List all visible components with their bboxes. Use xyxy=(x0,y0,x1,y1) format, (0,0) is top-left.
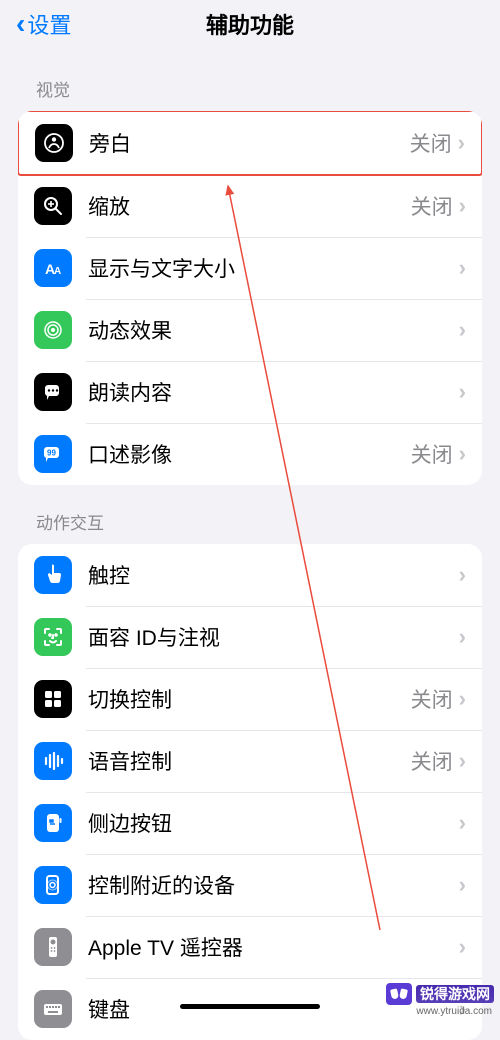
motion-icon xyxy=(34,311,72,349)
back-label: 设置 xyxy=(27,8,71,40)
row-label: 面容 ID与注视 xyxy=(88,622,459,652)
audio-desc-icon: 99 xyxy=(34,435,72,473)
row-value: 关闭 xyxy=(411,439,453,469)
chevron-right-icon: › xyxy=(459,317,466,343)
row-spoken-content[interactable]: 朗读内容 › xyxy=(18,361,482,423)
chevron-left-icon: ‹ xyxy=(16,10,25,38)
switch-icon xyxy=(34,680,72,718)
page-title: 辅助功能 xyxy=(206,8,294,40)
text-size-icon: AA xyxy=(34,249,72,287)
chevron-right-icon: › xyxy=(459,255,466,281)
group-vision: 旁白 关闭 › 缩放 关闭 › AA 显示与文字大小 › 动态效果 › 朗读内容… xyxy=(18,111,482,485)
group-motor: 触控 › 面容 ID与注视 › 切换控制 关闭 › 语音控制 关闭 › 侧边按钮… xyxy=(18,544,482,1040)
chevron-right-icon: › xyxy=(459,441,466,467)
row-value: 关闭 xyxy=(410,128,452,158)
section-header-vision: 视觉 xyxy=(0,52,500,111)
row-label: 侧边按钮 xyxy=(88,808,459,838)
chevron-right-icon: › xyxy=(459,748,466,774)
row-apple-tv-remote[interactable]: Apple TV 遥控器 › xyxy=(18,916,482,978)
svg-text:99: 99 xyxy=(47,449,56,458)
chevron-right-icon: › xyxy=(459,624,466,650)
chevron-right-icon: › xyxy=(459,934,466,960)
row-label: 控制附近的设备 xyxy=(88,870,459,900)
row-label: 切换控制 xyxy=(88,684,411,714)
touch-icon xyxy=(34,556,72,594)
row-label: 旁白 xyxy=(89,128,410,158)
row-text-size[interactable]: AA 显示与文字大小 › xyxy=(18,237,482,299)
row-label: Apple TV 遥控器 xyxy=(88,932,459,962)
row-label: 语音控制 xyxy=(88,746,411,776)
row-value: 关闭 xyxy=(411,684,453,714)
chevron-right-icon: › xyxy=(459,562,466,588)
chevron-right-icon: › xyxy=(459,810,466,836)
remote-icon xyxy=(34,928,72,966)
svg-text:A: A xyxy=(54,266,61,277)
row-label: 显示与文字大小 xyxy=(88,253,459,283)
row-label: 朗读内容 xyxy=(88,377,459,407)
chevron-right-icon: › xyxy=(459,686,466,712)
chevron-right-icon: › xyxy=(459,379,466,405)
nav-header: ‹ 设置 辅助功能 xyxy=(0,0,500,52)
keyboard-icon xyxy=(34,990,72,1028)
row-touch[interactable]: 触控 › xyxy=(18,544,482,606)
watermark-url: www.ytruida.com xyxy=(416,1006,492,1017)
row-value: 关闭 xyxy=(411,746,453,776)
row-faceid[interactable]: 面容 ID与注视 › xyxy=(18,606,482,668)
row-nearby-devices[interactable]: 控制附近的设备 › xyxy=(18,854,482,916)
side-button-icon xyxy=(34,804,72,842)
back-button[interactable]: ‹ 设置 xyxy=(16,8,71,40)
row-label: 触控 xyxy=(88,560,459,590)
row-label: 动态效果 xyxy=(88,315,459,345)
section-header-motor: 动作交互 xyxy=(0,485,500,544)
row-motion[interactable]: 动态效果 › xyxy=(18,299,482,361)
voiceover-icon xyxy=(35,124,73,162)
nearby-icon xyxy=(34,866,72,904)
row-side-button[interactable]: 侧边按钮 › xyxy=(18,792,482,854)
row-value: 关闭 xyxy=(411,191,453,221)
row-zoom[interactable]: 缩放 关闭 › xyxy=(18,175,482,237)
row-voice-control[interactable]: 语音控制 关闭 › xyxy=(18,730,482,792)
watermark-brand: 锐得游戏网 xyxy=(416,985,494,1004)
row-label: 口述影像 xyxy=(88,439,411,469)
row-voiceover[interactable]: 旁白 关闭 › xyxy=(18,111,482,176)
faceid-icon xyxy=(34,618,72,656)
row-label: 缩放 xyxy=(88,191,411,221)
watermark: 锐得游戏网 xyxy=(386,983,494,1005)
zoom-icon xyxy=(34,187,72,225)
chevron-right-icon: › xyxy=(459,872,466,898)
home-indicator xyxy=(180,1004,320,1009)
watermark-logo-icon xyxy=(386,983,412,1005)
row-switch-control[interactable]: 切换控制 关闭 › xyxy=(18,668,482,730)
chevron-right-icon: › xyxy=(459,193,466,219)
row-audio-descriptions[interactable]: 99 口述影像 关闭 › xyxy=(18,423,482,485)
voice-control-icon xyxy=(34,742,72,780)
chevron-right-icon: › xyxy=(458,130,465,156)
speech-icon xyxy=(34,373,72,411)
